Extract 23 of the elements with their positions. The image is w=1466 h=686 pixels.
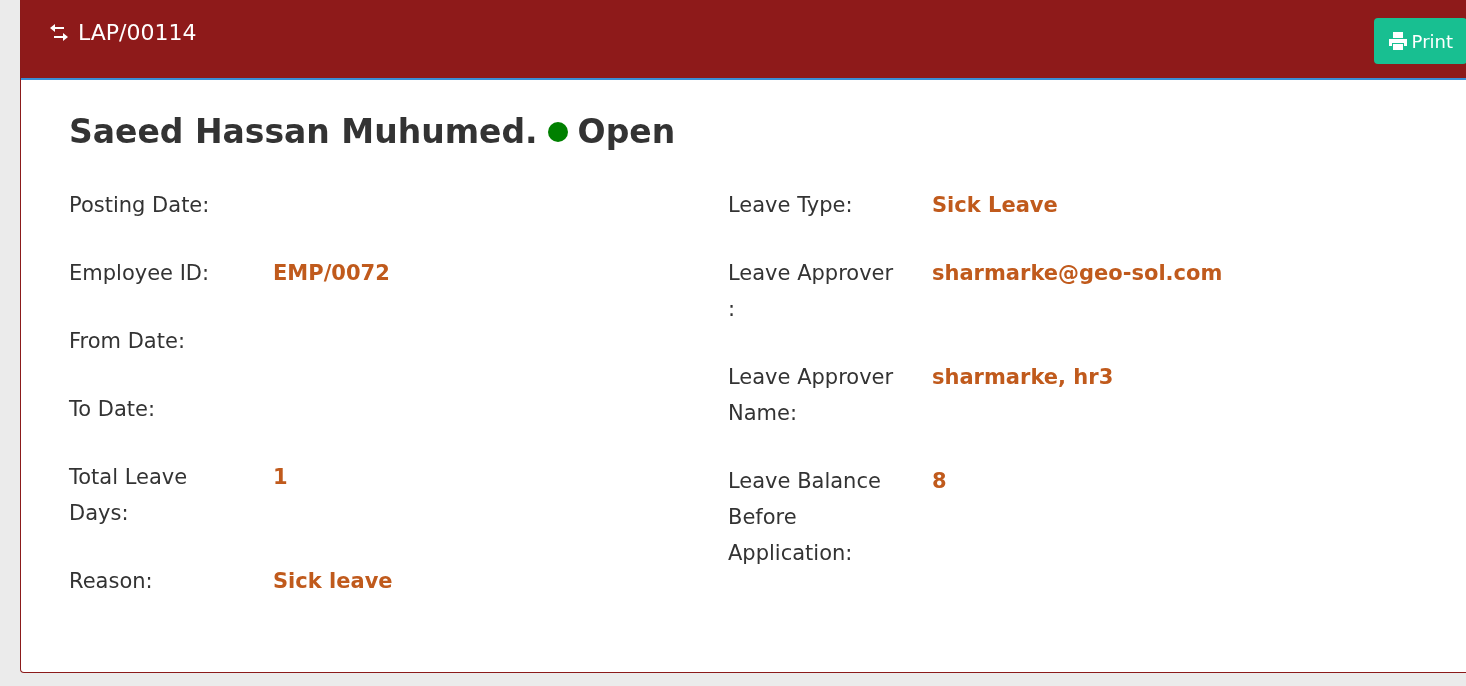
field-value: 8 [932, 468, 948, 495]
print-button[interactable]: Print [1373, 18, 1466, 64]
field-label: Leave Type: [728, 192, 854, 219]
status-label: Open [577, 112, 676, 151]
field-label: Leave Approver Name: [728, 364, 895, 427]
field-value: Sick leave [273, 568, 394, 595]
field-value: Sick Leave [932, 192, 1059, 219]
field-label: To Date: [69, 396, 157, 423]
field-label: From Date: [69, 328, 186, 355]
field-label: Reason: [69, 568, 154, 595]
employee-name: Saeed Hassan Muhumed. [69, 112, 538, 151]
field-value: EMP/0072 [273, 260, 391, 287]
printer-icon [1387, 31, 1408, 51]
swap-arrows-icon [48, 23, 70, 42]
field-label: Employee ID: [69, 260, 211, 287]
field-label: Posting Date: [69, 192, 211, 219]
field-label: Leave Approver : [728, 260, 895, 323]
field-value: sharmarke@geo-sol.com [932, 260, 1224, 287]
field-label: Leave Balance Before Application: [728, 468, 882, 567]
field-value: sharmarke, hr3 [932, 364, 1115, 391]
document-title: LAP/00114 [78, 20, 197, 45]
field-label: Total Leave Days: [69, 464, 189, 527]
field-value: 1 [273, 464, 289, 491]
